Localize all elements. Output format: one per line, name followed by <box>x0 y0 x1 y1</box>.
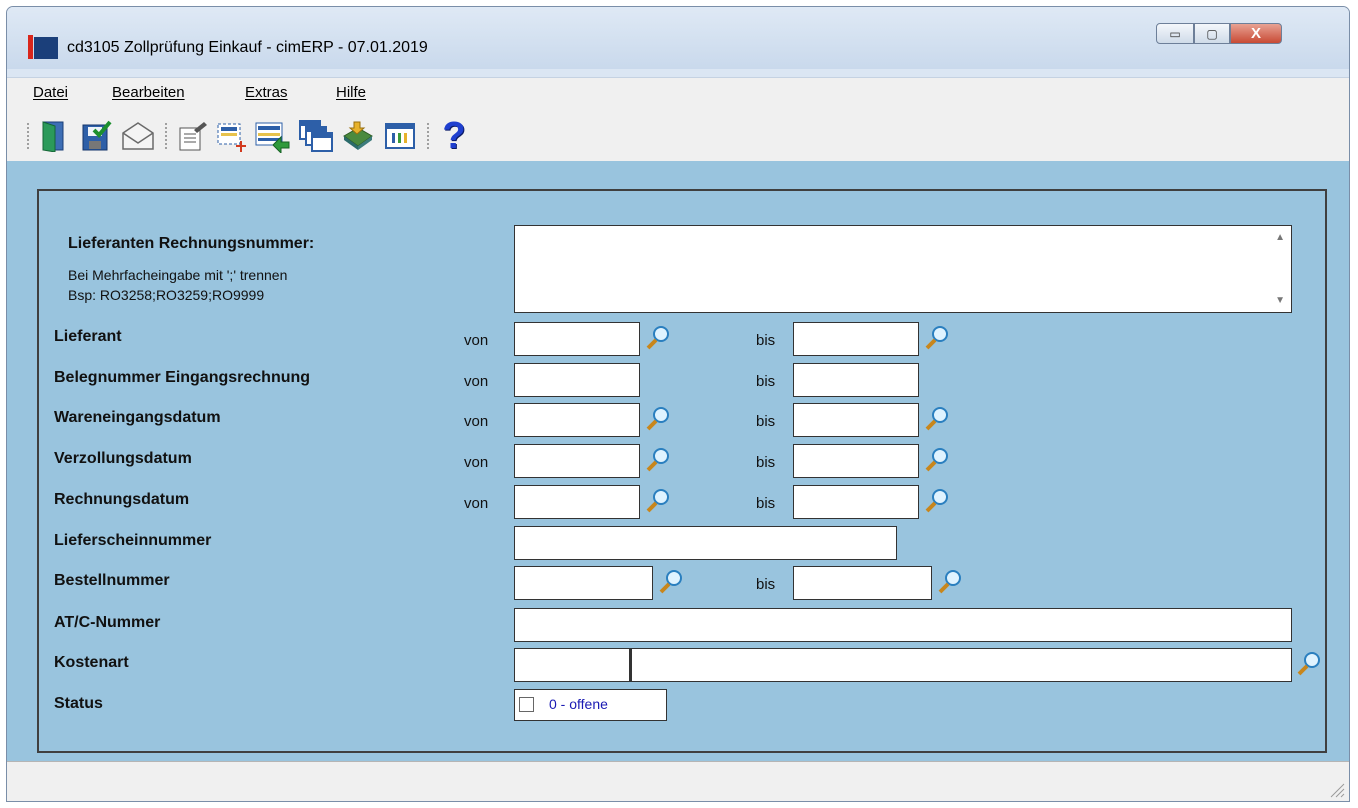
status-label: Status <box>54 695 103 712</box>
belegnummer-bis-label: bis <box>756 373 776 390</box>
belegnummer-von-label: von <box>464 373 489 390</box>
window-title: cd3105 Zollprüfung Einkauf - cimERP - 07… <box>67 39 428 56</box>
verzollung-von-label: von <box>464 454 489 471</box>
minimize-icon: ▭ <box>1169 26 1181 41</box>
menu-extras[interactable]: Extras <box>245 84 288 101</box>
client-area: Lieferanten Rechnungsnummer: Bei Mehrfac… <box>7 161 1349 761</box>
bestellnummer-bis-label: bis <box>756 576 776 593</box>
help-glyph: ? <box>442 115 466 157</box>
lookup-icon[interactable] <box>645 324 671 350</box>
wareneingang-label: Wareneingangsdatum <box>54 409 221 426</box>
belegnummer-to-input[interactable] <box>793 363 919 397</box>
close-icon: X <box>1250 25 1261 42</box>
status-checkbox[interactable] <box>519 697 534 712</box>
lieferschein-label: Lieferscheinnummer <box>54 532 212 549</box>
edit-document-icon[interactable] <box>173 117 211 155</box>
toolbar-separator <box>427 123 432 149</box>
verzollung-from-input[interactable] <box>514 444 640 478</box>
rechnungsdatum-von-label: von <box>464 495 489 512</box>
rechnungsdatum-label: Rechnungsdatum <box>54 491 190 508</box>
lookup-icon[interactable] <box>645 405 671 431</box>
mail-envelope-icon[interactable] <box>119 117 157 155</box>
new-selection-icon[interactable] <box>213 117 251 155</box>
invoice-number-hint: Bei Mehrfacheingabe mit ';' trennen <box>68 267 288 283</box>
import-list-icon[interactable] <box>253 117 291 155</box>
rechnungsdatum-bis-label: bis <box>756 495 776 512</box>
lookup-icon[interactable] <box>658 568 684 594</box>
lookup-icon[interactable] <box>1296 650 1322 676</box>
app-logo-icon <box>28 35 58 59</box>
windows-cascade-icon[interactable] <box>297 117 335 155</box>
toolbar-separator <box>165 123 170 149</box>
lieferant-to-input[interactable] <box>793 322 919 356</box>
lookup-icon[interactable] <box>645 487 671 513</box>
lieferant-bis-label: bis <box>756 332 776 349</box>
lieferant-label: Lieferant <box>54 328 122 345</box>
resize-grip-icon[interactable] <box>1327 780 1345 798</box>
grid-table-icon[interactable] <box>381 117 419 155</box>
scroll-up-icon[interactable]: ▲ <box>1275 232 1285 243</box>
close-button[interactable]: X <box>1230 23 1282 44</box>
bestellnummer-from-input[interactable] <box>514 566 653 600</box>
atc-label: AT/C-Nummer <box>54 614 161 631</box>
save-check-icon[interactable] <box>77 117 115 155</box>
invoice-number-label: Lieferanten Rechnungsnummer: <box>68 235 315 252</box>
lookup-icon[interactable] <box>645 446 671 472</box>
verzollung-label: Verzollungsdatum <box>54 450 192 467</box>
scroll-down-icon[interactable]: ▼ <box>1275 295 1285 306</box>
status-selector[interactable]: 0 - offene <box>514 689 667 721</box>
menu-datei[interactable]: Datei <box>33 84 68 101</box>
verzollung-to-input[interactable] <box>793 444 919 478</box>
title-bar[interactable]: cd3105 Zollprüfung Einkauf - cimERP - 07… <box>7 7 1349 69</box>
wareneingang-von-label: von <box>464 413 489 430</box>
rechnungsdatum-to-input[interactable] <box>793 485 919 519</box>
menu-hilfe[interactable]: Hilfe <box>336 84 366 101</box>
lieferant-von-label: von <box>464 332 489 349</box>
toolbar: ? <box>7 107 1349 161</box>
lookup-icon[interactable] <box>924 487 950 513</box>
search-form: Lieferanten Rechnungsnummer: Bei Mehrfac… <box>37 189 1327 753</box>
verzollung-bis-label: bis <box>756 454 776 471</box>
kostenart-label: Kostenart <box>54 654 129 671</box>
lookup-icon[interactable] <box>924 324 950 350</box>
invoice-number-example: Bsp: RO3258;RO3259;RO9999 <box>68 287 265 303</box>
wareneingang-from-input[interactable] <box>514 403 640 437</box>
lookup-icon[interactable] <box>937 568 963 594</box>
belegnummer-label: Belegnummer Eingangsrechnung <box>54 369 311 386</box>
lieferant-from-input[interactable] <box>514 322 640 356</box>
maximize-icon: ▢ <box>1206 26 1218 41</box>
toolbar-grip[interactable] <box>27 123 32 149</box>
kostenart-description-input[interactable] <box>630 648 1292 682</box>
menu-bearbeiten[interactable]: Bearbeiten <box>112 84 185 101</box>
application-window: cd3105 Zollprüfung Einkauf - cimERP - 07… <box>6 6 1350 802</box>
bestellnummer-label: Bestellnummer <box>54 572 170 589</box>
belegnummer-from-input[interactable] <box>514 363 640 397</box>
minimize-button[interactable]: ▭ <box>1156 23 1194 44</box>
invoice-number-input[interactable]: ▲ ▼ <box>514 225 1292 313</box>
kostenart-code-input[interactable] <box>514 648 630 682</box>
bestellnummer-to-input[interactable] <box>793 566 932 600</box>
help-question-icon[interactable]: ? <box>435 117 473 155</box>
status-value: 0 - offene <box>549 696 608 712</box>
lookup-icon[interactable] <box>924 446 950 472</box>
atc-input[interactable] <box>514 608 1292 642</box>
lieferschein-input[interactable] <box>514 526 897 560</box>
book-export-icon[interactable] <box>339 117 377 155</box>
rechnungsdatum-from-input[interactable] <box>514 485 640 519</box>
menu-bar: Datei Bearbeiten Extras Hilfe <box>7 77 1349 108</box>
maximize-button[interactable]: ▢ <box>1194 23 1230 44</box>
wareneingang-bis-label: bis <box>756 413 776 430</box>
wareneingang-to-input[interactable] <box>793 403 919 437</box>
exit-door-icon[interactable] <box>35 117 73 155</box>
status-bar <box>7 761 1349 801</box>
lookup-icon[interactable] <box>924 405 950 431</box>
